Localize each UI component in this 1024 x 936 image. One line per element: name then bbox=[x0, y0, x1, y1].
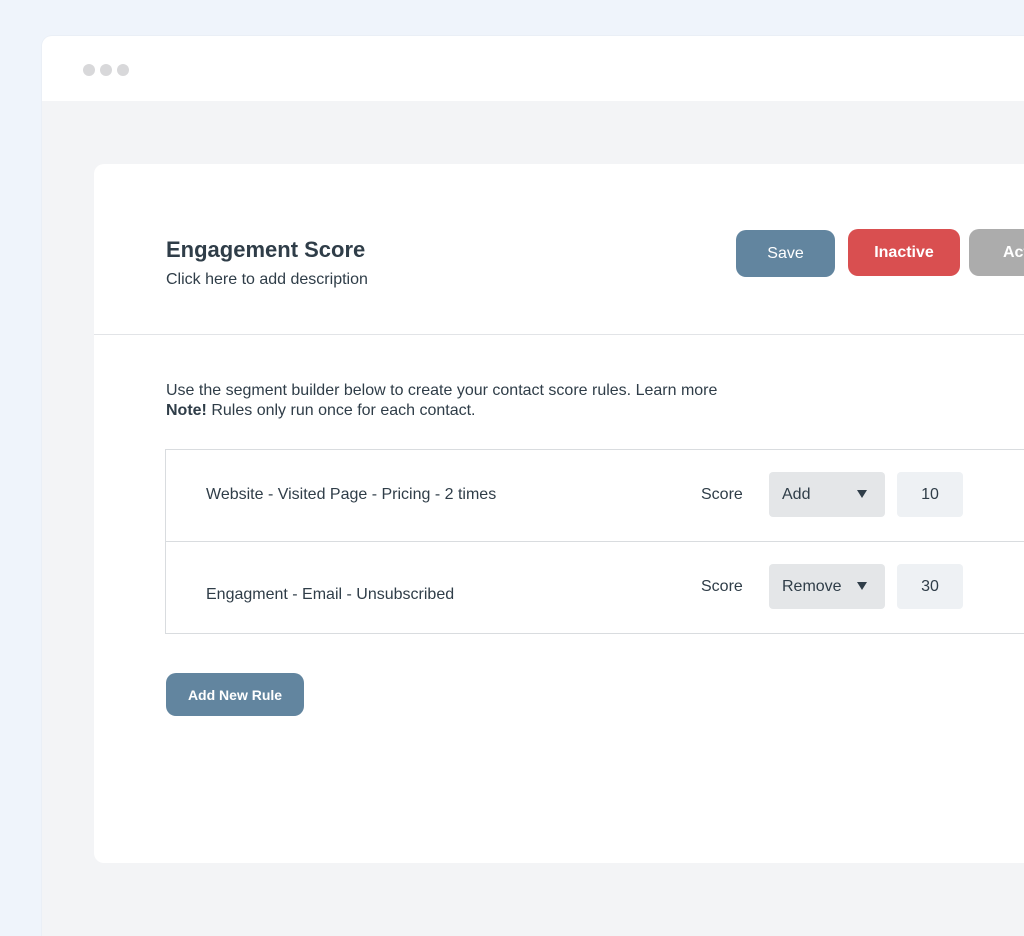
note-text: Rules only run once for each contact. bbox=[211, 402, 476, 419]
rule-row: Website - Visited Page - Pricing - 2 tim… bbox=[166, 450, 1024, 541]
window-dot-icon bbox=[83, 64, 95, 76]
inactive-button[interactable]: Inactive bbox=[848, 229, 960, 276]
rule-description: Engagment - Email - Unsubscribed bbox=[206, 586, 455, 603]
score-value-input[interactable] bbox=[897, 472, 963, 517]
score-label: Score bbox=[701, 486, 743, 503]
rule-row: Engagment - Email - Unsubscribed Score R… bbox=[166, 541, 1024, 633]
score-label: Score bbox=[701, 578, 743, 595]
header-divider bbox=[94, 334, 1024, 335]
window-dot-icon bbox=[100, 64, 112, 76]
window-titlebar bbox=[42, 36, 1024, 101]
add-new-rule-button[interactable]: Add New Rule bbox=[166, 673, 304, 716]
note-label: Note! bbox=[166, 402, 207, 419]
save-button[interactable]: Save bbox=[736, 230, 835, 277]
intro-description: Use the segment builder below to create … bbox=[166, 382, 632, 399]
caret-down-icon bbox=[857, 490, 867, 498]
select-value: Remove bbox=[782, 577, 842, 595]
window-dot-icon bbox=[117, 64, 129, 76]
app-window: Engagement Score Click here to add descr… bbox=[42, 36, 1024, 936]
rules-list: Website - Visited Page - Pricing - 2 tim… bbox=[165, 449, 1024, 634]
description-field[interactable]: Click here to add description bbox=[166, 271, 368, 289]
page-title: Engagement Score bbox=[166, 237, 366, 262]
score-value-input[interactable] bbox=[897, 564, 963, 609]
score-operation-select[interactable]: Remove bbox=[769, 564, 885, 609]
learn-more-link[interactable]: Learn more bbox=[636, 382, 718, 399]
active-button[interactable]: Active bbox=[969, 229, 1024, 276]
caret-down-icon bbox=[857, 582, 867, 590]
select-value: Add bbox=[782, 485, 811, 503]
score-card: Engagement Score Click here to add descr… bbox=[94, 164, 1024, 863]
rule-description: Website - Visited Page - Pricing - 2 tim… bbox=[206, 486, 497, 503]
intro-text: Use the segment builder below to create … bbox=[166, 381, 717, 421]
score-operation-select[interactable]: Add bbox=[769, 472, 885, 517]
